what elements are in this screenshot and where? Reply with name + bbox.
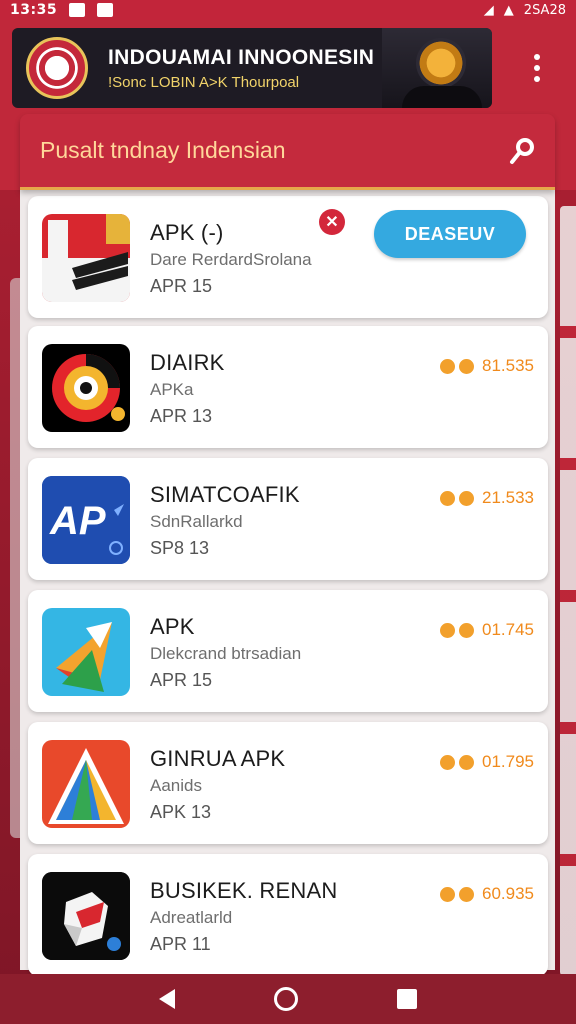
rating-dot-icon (440, 754, 455, 770)
recent-apps-icon[interactable] (396, 989, 417, 1009)
cube-icon (42, 872, 130, 960)
app-name: DIAIRK (150, 350, 225, 375)
banner-subtitle: !Sonc LOBIN A>K Thourpoal (108, 73, 300, 91)
rating-dot-icon (459, 622, 474, 638)
rating-dot-icon (459, 754, 474, 770)
app-date: SP8 13 (150, 538, 210, 558)
app-name: BUSIKEK. RENAN (150, 878, 338, 903)
list-item[interactable]: GINRUA APK Aanids APK 13 01.795 (28, 722, 548, 844)
svg-text:AP: AP (49, 499, 106, 543)
app-name: APK (-) (150, 220, 224, 245)
app-date: APR 15 (150, 276, 213, 296)
wifi-icon: ◢ (483, 2, 494, 18)
status-time: 13:35 (10, 2, 58, 18)
app-subtitle: Aanids (150, 776, 202, 795)
rating: 81.535 (440, 356, 534, 376)
app-name: SIMATCOAFIK (150, 482, 300, 507)
app-list: APK (-) Dare RerdardSrolana APR 15 ✕ DEA… (20, 190, 555, 976)
app-subtitle: Adreatlarld (150, 908, 233, 927)
rating-dot-icon (440, 886, 455, 902)
triangle-logo-icon (42, 740, 130, 828)
app-subtitle: APKa (150, 380, 194, 399)
status-bar: 13:35 ◢ ▲ 2SA28 (0, 0, 576, 20)
notification-icon (97, 3, 114, 17)
rating-value: 01.745 (482, 620, 534, 639)
list-item[interactable]: DIAIRK APKa APR 13 81.535 (28, 326, 548, 448)
banner-logo (26, 37, 88, 99)
more-dots-icon (534, 54, 540, 60)
paper-plane-icon (42, 608, 130, 696)
back-icon[interactable] (159, 989, 176, 1009)
app-date: APR 11 (150, 934, 211, 954)
wheel-icon (42, 344, 130, 432)
rating-dot-icon (440, 358, 455, 374)
search-bar[interactable]: Pusalt tndnay Indensian (20, 114, 555, 190)
rating-value: 60.935 (482, 884, 534, 903)
rating-dot-icon (459, 358, 474, 374)
app-name: GINRUA APK (150, 746, 286, 771)
rating-value: 01.795 (482, 752, 534, 771)
ap-logo-icon: AP (42, 476, 130, 564)
app-name: APK (150, 614, 195, 639)
rating-value: 21.533 (482, 488, 534, 507)
app-date: APK 13 (150, 802, 212, 822)
list-item[interactable]: BUSIKEK. RENAN Adreatlarld APR 11 60.935 (28, 854, 548, 976)
right-edge-card (560, 206, 576, 976)
rating: 21.533 (440, 488, 534, 508)
download-button[interactable]: DEASEUV (374, 210, 526, 258)
search-input[interactable]: Pusalt tndnay Indensian (40, 137, 286, 164)
list-item[interactable]: AP SIMATCOAFIK SdnRallarkd SP8 13 21.533 (28, 458, 548, 580)
app-subtitle: SdnRallarkd (150, 512, 243, 531)
list-item[interactable]: APK (-) Dare RerdardSrolana APR 15 ✕ DEA… (28, 196, 548, 318)
rating: 01.795 (440, 752, 534, 772)
rating-dot-icon (459, 490, 474, 506)
rating-dot-icon (440, 490, 455, 506)
signal-icon: ▲ (503, 2, 514, 18)
close-icon[interactable]: ✕ (319, 209, 345, 235)
flag-folder-icon (42, 214, 130, 302)
app-subtitle: Dare RerdardSrolana (150, 250, 312, 269)
rating-dot-icon (459, 886, 474, 902)
more-options-button[interactable] (520, 48, 554, 88)
app-subtitle: Dlekcrand btrsadian (150, 644, 302, 663)
rating: 60.935 (440, 884, 534, 904)
rating-value: 81.535 (482, 356, 534, 375)
rating: 01.745 (440, 620, 534, 640)
status-right-text: 2SA28 (523, 2, 566, 18)
system-nav-bar (0, 974, 576, 1024)
notification-icon (69, 3, 86, 17)
app-date: APR 13 (150, 406, 213, 426)
garuda-emblem-icon (416, 38, 466, 88)
home-icon[interactable] (273, 987, 298, 1011)
rating-dot-icon (440, 622, 455, 638)
list-item[interactable]: APK Dlekcrand btrsadian APR 15 01.745 (28, 590, 548, 712)
banner[interactable]: INDOUAMAI INNOONESIN !Sonc LOBIN A>K Tho… (12, 28, 492, 108)
banner-figure-image (382, 28, 492, 108)
search-icon[interactable] (507, 136, 537, 166)
app-date: APR 15 (150, 670, 213, 690)
banner-title: INDOUAMAI INNOONESIN (108, 45, 375, 69)
